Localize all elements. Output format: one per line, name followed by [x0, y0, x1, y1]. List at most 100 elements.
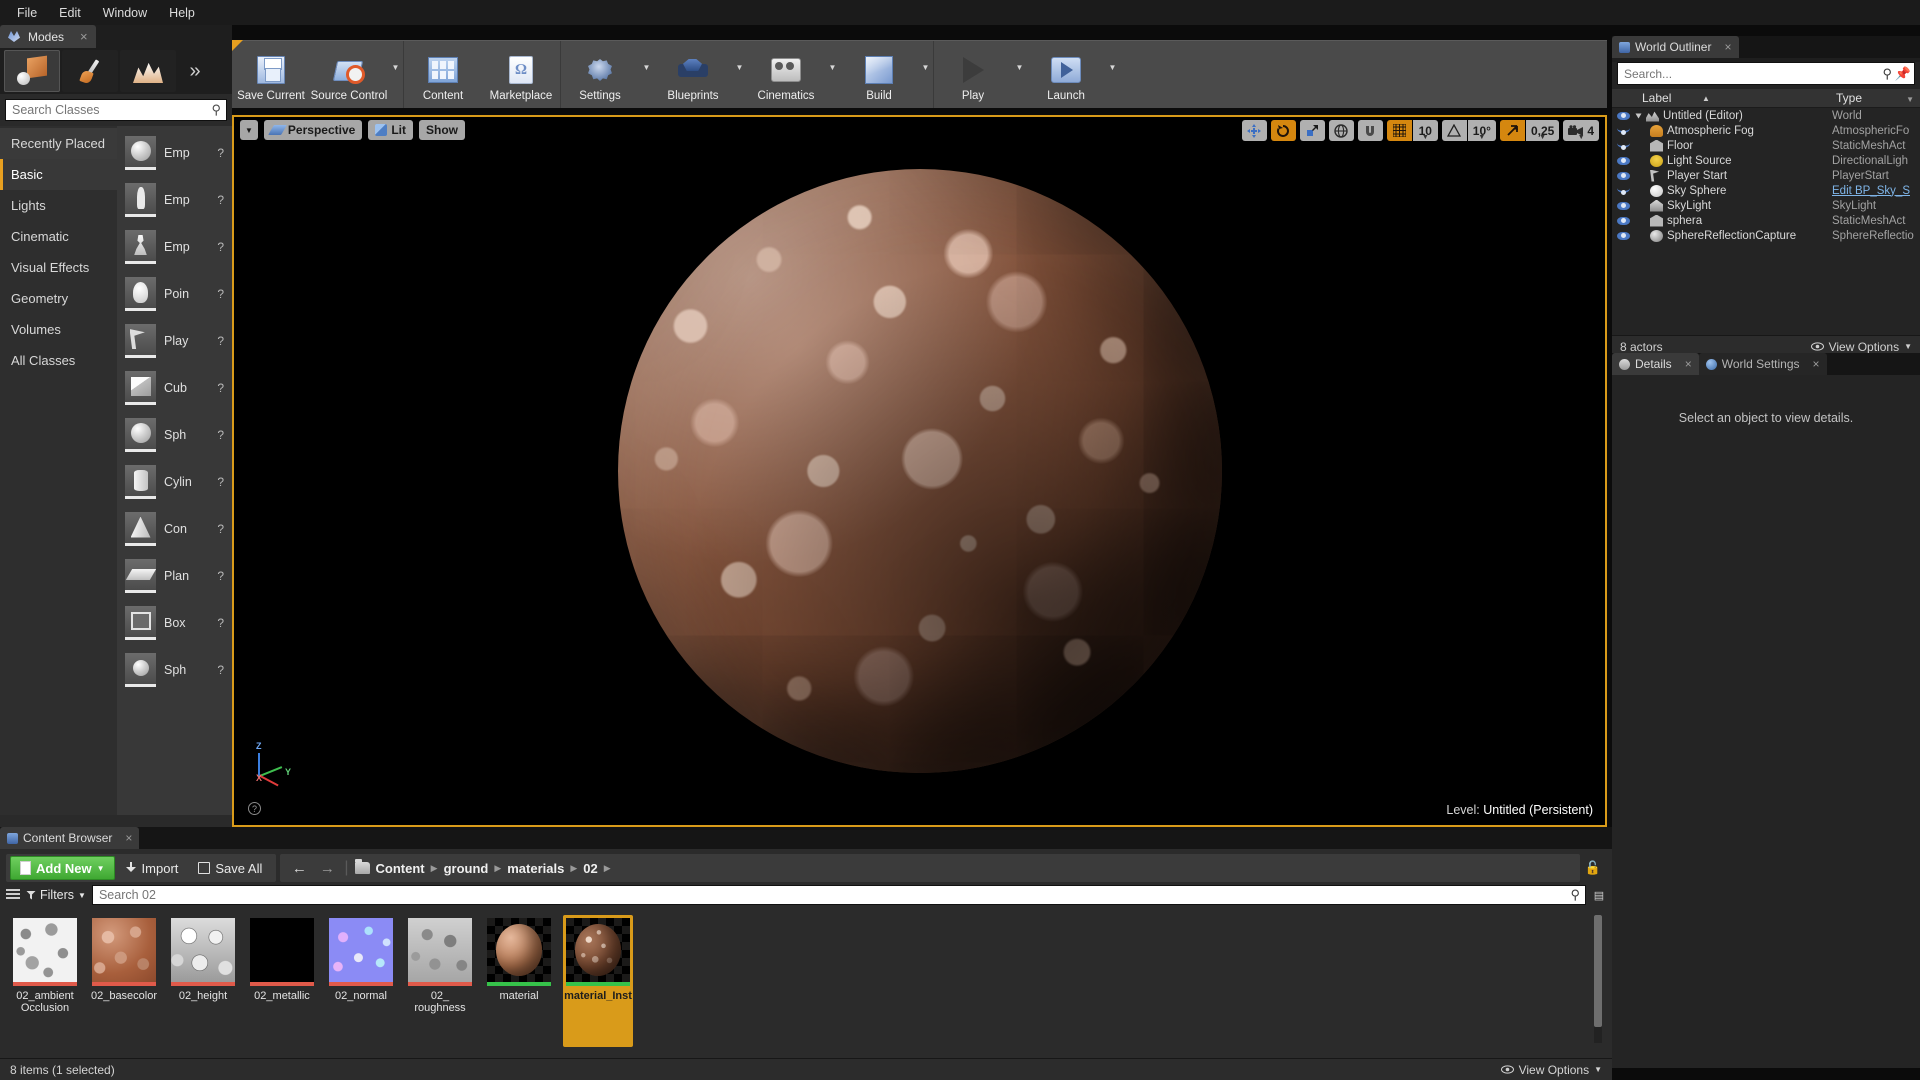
- tab-world-outliner[interactable]: World Outliner ×: [1612, 36, 1739, 58]
- list-item[interactable]: Plan ?: [117, 552, 232, 599]
- tab-details[interactable]: Details ×: [1612, 353, 1699, 375]
- surface-snap-button[interactable]: [1357, 120, 1383, 141]
- asset-tile[interactable]: 02_normal: [326, 915, 396, 1047]
- source-control-dropdown[interactable]: ▼: [388, 41, 403, 108]
- list-item[interactable]: Emp ?: [117, 129, 232, 176]
- lock-icon[interactable]: 🔓: [1580, 860, 1606, 876]
- world-space-button[interactable]: [1328, 120, 1354, 141]
- camera-speed-button[interactable]: 4 ▼: [1563, 120, 1599, 141]
- visibility-toggle[interactable]: [1612, 171, 1634, 180]
- table-row[interactable]: Player Start PlayerStart: [1612, 168, 1920, 183]
- list-item[interactable]: Cub ?: [117, 364, 232, 411]
- show-menu-button[interactable]: Show: [418, 120, 465, 140]
- visibility-toggle[interactable]: [1612, 188, 1634, 195]
- close-icon[interactable]: ×: [1813, 357, 1820, 371]
- blueprints-dropdown[interactable]: ▼: [732, 41, 747, 108]
- marketplace-button[interactable]: Ω Marketplace: [482, 41, 560, 108]
- help-icon[interactable]: ?: [217, 663, 224, 677]
- outliner-search-input[interactable]: [1624, 66, 1908, 81]
- menu-item-window[interactable]: Window: [92, 3, 158, 23]
- visibility-toggle[interactable]: [1612, 156, 1634, 165]
- breadcrumb-materials[interactable]: materials: [507, 861, 564, 876]
- list-item[interactable]: Sph ?: [117, 646, 232, 693]
- table-row[interactable]: Floor StaticMeshAct: [1612, 138, 1920, 153]
- place-mode-button[interactable]: [4, 50, 60, 92]
- tab-modes[interactable]: Modes ×: [0, 25, 96, 48]
- asset-search-field[interactable]: ⚲: [91, 885, 1586, 905]
- launch-dropdown[interactable]: ▼: [1105, 41, 1120, 108]
- category-all-classes[interactable]: All Classes: [0, 345, 117, 376]
- source-control-button[interactable]: Source Control: [310, 41, 388, 108]
- viewport-options-button[interactable]: ▼: [240, 120, 258, 140]
- pin-icon[interactable]: 📌: [1895, 66, 1911, 82]
- close-icon[interactable]: ×: [1685, 357, 1692, 371]
- help-icon[interactable]: ?: [217, 475, 224, 489]
- breadcrumb-02[interactable]: 02: [583, 861, 597, 876]
- paint-mode-button[interactable]: [62, 50, 118, 92]
- category-geometry[interactable]: Geometry: [0, 283, 117, 314]
- content-view-options-button[interactable]: View Options ▼: [1500, 1063, 1602, 1077]
- save-current-button[interactable]: Save Current: [232, 41, 310, 108]
- help-icon[interactable]: ?: [217, 522, 224, 536]
- close-icon[interactable]: ×: [80, 29, 88, 44]
- list-item[interactable]: Emp ?: [117, 176, 232, 223]
- list-item[interactable]: Sph ?: [117, 411, 232, 458]
- list-item[interactable]: Box ?: [117, 599, 232, 646]
- search-classes-input[interactable]: [12, 103, 220, 117]
- category-recently-placed[interactable]: Recently Placed: [0, 128, 117, 159]
- help-icon[interactable]: ?: [217, 616, 224, 630]
- view-toggle-icon[interactable]: ▤: [1592, 885, 1606, 905]
- visibility-toggle[interactable]: [1612, 201, 1634, 210]
- category-visual-effects[interactable]: Visual Effects: [0, 252, 117, 283]
- help-icon[interactable]: ?: [248, 802, 261, 815]
- label-column-header[interactable]: Label ▲: [1634, 91, 1832, 105]
- table-row[interactable]: Sky Sphere Edit BP_Sky_S: [1612, 183, 1920, 198]
- scale-snap-value[interactable]: 0,25 ▼: [1525, 120, 1560, 141]
- menu-item-edit[interactable]: Edit: [48, 3, 92, 23]
- cinematics-dropdown[interactable]: ▼: [825, 41, 840, 108]
- asset-grid-scrollbar[interactable]: [1594, 915, 1602, 1043]
- close-icon[interactable]: ×: [125, 831, 132, 845]
- launch-button[interactable]: Launch: [1027, 41, 1105, 108]
- asset-tile[interactable]: 02_metallic: [247, 915, 317, 1047]
- visibility-toggle[interactable]: [1612, 111, 1634, 120]
- category-cinematic[interactable]: Cinematic: [0, 221, 117, 252]
- help-icon[interactable]: ?: [217, 287, 224, 301]
- angle-snap-value[interactable]: 10° ▼: [1467, 120, 1496, 141]
- view-mode-lit-button[interactable]: Lit: [368, 120, 413, 140]
- visibility-toggle[interactable]: [1612, 216, 1634, 225]
- breadcrumb-ground[interactable]: ground: [444, 861, 489, 876]
- grid-snap-button[interactable]: [1386, 120, 1412, 141]
- help-icon[interactable]: ?: [217, 334, 224, 348]
- list-item[interactable]: Play ?: [117, 317, 232, 364]
- build-button[interactable]: Build: [840, 41, 918, 108]
- list-item[interactable]: Emp ?: [117, 223, 232, 270]
- back-button[interactable]: ←: [288, 856, 310, 880]
- help-icon[interactable]: ?: [217, 428, 224, 442]
- tab-world-settings[interactable]: World Settings ×: [1698, 353, 1827, 375]
- level-viewport[interactable]: ▼ Perspective Lit Show 10 ▼ 10° ▼ 0,25 ▼…: [232, 115, 1607, 827]
- category-basic[interactable]: Basic: [0, 159, 117, 190]
- expander-icon[interactable]: [1635, 113, 1642, 118]
- asset-tile[interactable]: 02_ambient Occlusion: [10, 915, 80, 1047]
- angle-snap-button[interactable]: [1441, 120, 1467, 141]
- sources-panel-icon[interactable]: [6, 889, 20, 901]
- menu-item-file[interactable]: File: [6, 3, 48, 23]
- expand-modes-button[interactable]: »: [178, 50, 212, 92]
- add-new-button[interactable]: Add New ▼: [10, 856, 115, 880]
- list-item[interactable]: Con ?: [117, 505, 232, 552]
- asset-tile-selected[interactable]: material_Inst: [563, 915, 633, 1047]
- visibility-toggle[interactable]: [1612, 231, 1634, 240]
- tab-content-browser[interactable]: Content Browser ×: [0, 827, 140, 849]
- play-button[interactable]: Play: [934, 41, 1012, 108]
- asset-tile[interactable]: 02_ roughness: [405, 915, 475, 1047]
- content-button[interactable]: Content: [404, 41, 482, 108]
- help-icon[interactable]: ?: [217, 146, 224, 160]
- asset-tile[interactable]: 02_height: [168, 915, 238, 1047]
- category-volumes[interactable]: Volumes: [0, 314, 117, 345]
- category-lights[interactable]: Lights: [0, 190, 117, 221]
- asset-tile[interactable]: 02_basecolor: [89, 915, 159, 1047]
- view-perspective-button[interactable]: Perspective: [263, 120, 363, 140]
- table-row[interactable]: SkyLight SkyLight: [1612, 198, 1920, 213]
- blueprints-button[interactable]: Blueprints: [654, 41, 732, 108]
